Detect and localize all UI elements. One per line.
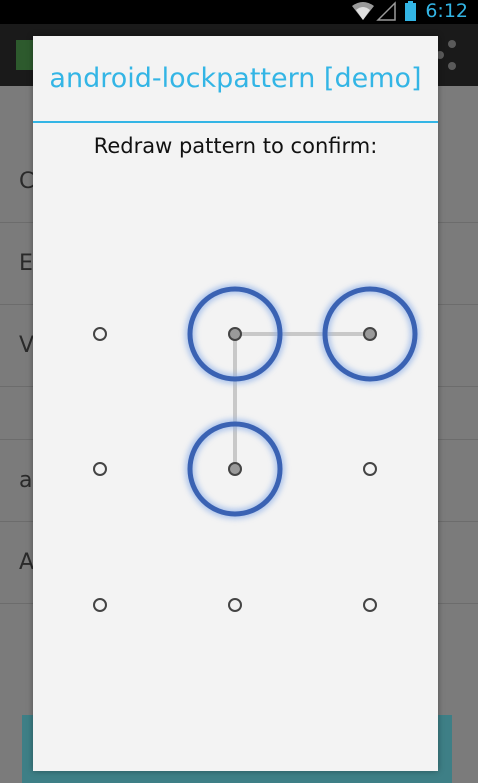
battery-icon bbox=[405, 1, 416, 21]
pattern-dot[interactable] bbox=[363, 327, 377, 341]
pattern-dot[interactable] bbox=[93, 598, 107, 612]
signal-icon bbox=[376, 1, 396, 21]
pattern-dot[interactable] bbox=[228, 598, 242, 612]
list-item-label: E bbox=[19, 251, 33, 276]
status-icons bbox=[352, 1, 416, 21]
status-bar: 6:12 bbox=[0, 0, 478, 24]
list-item-label: V bbox=[19, 333, 35, 358]
pattern-dot[interactable] bbox=[363, 598, 377, 612]
pattern-dot[interactable] bbox=[93, 462, 107, 476]
share-icon bbox=[436, 40, 456, 70]
wifi-icon bbox=[352, 2, 374, 20]
list-item-label: a bbox=[19, 468, 33, 493]
status-time: 6:12 bbox=[425, 0, 468, 22]
pattern-dot[interactable] bbox=[228, 327, 242, 341]
pattern-dot[interactable] bbox=[228, 462, 242, 476]
pattern-dot[interactable] bbox=[363, 462, 377, 476]
pattern-dot[interactable] bbox=[93, 327, 107, 341]
list-item-label: A bbox=[19, 550, 35, 575]
lock-pattern-dialog: android-lockpattern [demo] Redraw patter… bbox=[33, 36, 438, 771]
lock-pattern-grid[interactable] bbox=[33, 36, 438, 771]
